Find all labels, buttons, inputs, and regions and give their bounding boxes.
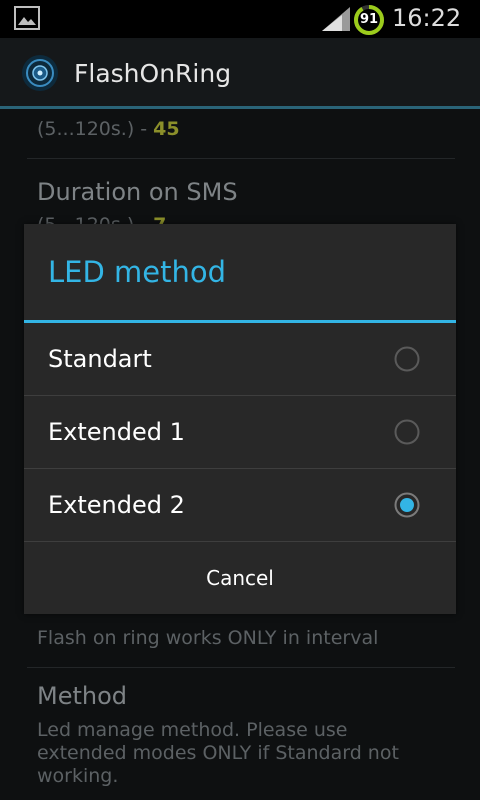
option-extended-2[interactable]: Extended 2 <box>24 469 456 541</box>
radio-unchecked-icon[interactable] <box>394 346 420 372</box>
signal-icon <box>322 7 350 31</box>
battery-level: 91 <box>359 12 379 27</box>
led-method-dialog: LED method Standart Extended 1 Extended … <box>24 224 456 614</box>
pref-duration-sms-summary: (5...120s.) - 7 <box>37 214 166 224</box>
option-extended-1[interactable]: Extended 1 <box>24 396 456 468</box>
radio-unchecked-icon[interactable] <box>394 419 420 445</box>
pref-divider <box>27 667 455 668</box>
pref-interval-summary: (5...120s.) - 45 <box>37 118 180 140</box>
radio-checked-icon[interactable] <box>394 492 420 518</box>
action-bar <box>0 38 480 106</box>
pref-divider <box>27 158 455 159</box>
image-notification-icon <box>14 6 40 30</box>
option-standart[interactable]: Standart <box>24 323 456 395</box>
option-label: Extended 2 <box>48 491 185 519</box>
dialog-title: LED method <box>48 255 227 289</box>
flashonring-app-icon[interactable] <box>20 53 60 93</box>
clock: 16:22 <box>392 4 462 32</box>
pref-method-summary: Led manage method. Please use extended m… <box>37 719 399 787</box>
pref-duration-sms-title[interactable]: Duration on SMS <box>37 178 238 206</box>
option-label: Standart <box>48 345 152 373</box>
status-bar: 91 16:22 <box>0 0 480 38</box>
cancel-button[interactable]: Cancel <box>24 542 456 614</box>
option-label: Extended 1 <box>48 418 185 446</box>
pref-only-interval-summary: Flash on ring works ONLY in interval <box>37 627 379 649</box>
app-title: FlashOnRing <box>74 59 232 88</box>
pref-method-title[interactable]: Method <box>37 682 127 710</box>
